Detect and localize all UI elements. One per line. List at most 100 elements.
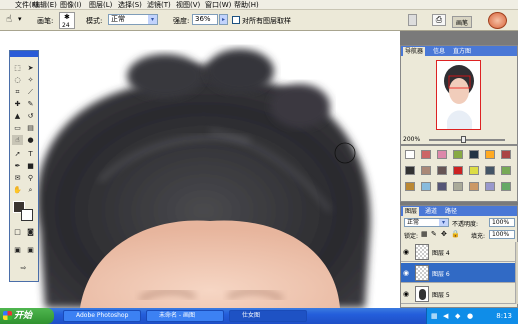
clone-stamp-icon[interactable]: ▲ (12, 111, 23, 121)
brush-tip-swatch[interactable] (421, 166, 431, 175)
menu-filter[interactable]: 滤镜(T) (147, 1, 171, 9)
magic-wand-icon[interactable]: ✧ (25, 75, 36, 85)
navigator-zoom-value[interactable]: 200% (403, 136, 420, 143)
chevron-down-icon[interactable]: ▾ (18, 15, 22, 23)
slice-tool-icon[interactable]: ⟋ (25, 87, 36, 97)
brush-tip-swatch[interactable] (469, 166, 479, 175)
gradient-tool-icon[interactable]: ▤ (25, 123, 36, 133)
start-button[interactable]: 开始 (0, 308, 54, 324)
brush-tip-swatch[interactable] (469, 150, 479, 159)
background-color-swatch[interactable] (21, 209, 33, 221)
lock-all-icon[interactable]: 🔒 (451, 230, 460, 238)
type-tool-icon[interactable]: T (25, 149, 36, 159)
layer-row-selected[interactable]: ◉ 图层 6 (401, 263, 515, 283)
screen-mode-standard-icon[interactable]: ▣ (12, 245, 23, 255)
path-select-icon[interactable]: ➚ (12, 149, 23, 159)
brush-tip-swatch[interactable] (453, 166, 463, 175)
blend-mode-select[interactable]: 正常 ▾ (404, 218, 449, 227)
toolbox-titlebar[interactable] (10, 51, 38, 57)
brushes-palette-tab[interactable]: 画笔 (452, 16, 473, 28)
volume-icon[interactable]: ◀ (443, 312, 448, 320)
brush-tip-swatch[interactable] (485, 150, 495, 159)
messenger-icon[interactable]: ● (467, 312, 473, 320)
eye-icon[interactable]: ◉ (403, 269, 409, 277)
menu-window[interactable]: 窗口(W) (205, 1, 231, 9)
brush-tip-swatch[interactable] (421, 150, 431, 159)
eye-icon[interactable]: ◉ (403, 290, 409, 298)
security-icon[interactable]: ◆ (455, 312, 460, 320)
brush-tool-icon[interactable]: ✎ (25, 99, 36, 109)
print-icon[interactable]: ⎙ (432, 14, 446, 26)
marquee-tool-icon[interactable]: ⬚ (12, 63, 23, 73)
move-tool-icon[interactable]: ➤ (25, 63, 36, 73)
menu-layer[interactable]: 图层(L) (89, 1, 112, 9)
brush-tip-swatch[interactable] (437, 150, 447, 159)
network-icon[interactable]: ▦ (431, 312, 438, 320)
dodge-tool-icon[interactable]: ● (25, 135, 36, 145)
shape-tool-icon[interactable]: ■ (25, 161, 36, 171)
brush-tip-swatch[interactable] (485, 182, 495, 191)
zoom-slider-thumb[interactable] (461, 136, 466, 143)
taskbar-item-photoshop[interactable]: Adobe Photoshop (63, 310, 141, 322)
brush-tip-swatch[interactable] (501, 182, 511, 191)
crop-tool-icon[interactable]: ⌗ (12, 87, 23, 97)
navigator-thumbnail[interactable] (436, 60, 481, 130)
pen-tool-icon[interactable]: ✒ (12, 161, 23, 171)
lock-icon[interactable]: ▦ (421, 230, 428, 238)
brush-tip-swatch[interactable] (501, 150, 511, 159)
taskbar-item-paint[interactable]: 未命名 - 画图 (146, 310, 224, 322)
notes-tool-icon[interactable]: ✉ (12, 173, 23, 183)
navigator-titlebar[interactable]: 导航器 信息 直方图 (401, 46, 517, 56)
lock-image-icon[interactable]: ✎ (431, 230, 437, 238)
tab-info[interactable]: 信息 (431, 47, 447, 56)
hand-tool-icon[interactable]: ✋ (12, 185, 23, 195)
tab-paths[interactable]: 路径 (443, 207, 459, 216)
screen-mode-full-icon[interactable]: ▣ (25, 245, 36, 255)
fill-input[interactable]: 100% (489, 230, 515, 239)
brush-tip-swatch[interactable] (501, 166, 511, 175)
brush-tip-swatch[interactable] (453, 150, 463, 159)
history-brush-icon[interactable]: ↺ (25, 111, 36, 121)
brush-tip-swatch[interactable] (405, 182, 415, 191)
eyedropper-icon[interactable]: ⚲ (25, 173, 36, 183)
document-canvas[interactable] (0, 31, 400, 308)
imageready-icon[interactable] (488, 12, 507, 29)
standard-mode-icon[interactable]: □ (12, 227, 23, 237)
tab-layers[interactable]: 图层 (403, 207, 420, 216)
tab-histogram[interactable]: 直方图 (451, 47, 473, 56)
brush-preset-picker[interactable]: ✱ 24 (59, 12, 75, 29)
opacity-input[interactable]: 100% (489, 218, 515, 227)
brush-tip-swatch[interactable] (485, 166, 495, 175)
smudge-tool-icon[interactable]: ☝ (12, 135, 23, 145)
file-browser-icon[interactable] (408, 14, 417, 26)
healing-brush-icon[interactable]: ✚ (12, 99, 23, 109)
brush-tip-swatch[interactable] (405, 166, 415, 175)
tab-navigator[interactable]: 导航器 (403, 47, 426, 56)
layer-row[interactable]: ◉ 图层 5 (401, 284, 515, 304)
navigator-zoom-slider[interactable] (429, 139, 505, 141)
strength-input[interactable]: 36% (192, 14, 218, 25)
brush-tip-swatch[interactable] (421, 182, 431, 191)
smudge-tool-icon[interactable]: ☝ (6, 14, 12, 25)
layer-row[interactable]: ◉ 图层 4 (401, 242, 515, 262)
mode-select[interactable]: 正常 ▾ (108, 14, 158, 25)
brush-tip-swatch[interactable] (469, 182, 479, 191)
layers-titlebar[interactable]: 图层 通道 路径 (401, 206, 517, 216)
menu-view[interactable]: 视图(V) (176, 1, 200, 9)
zoom-tool-icon[interactable]: ⌕ (25, 185, 36, 195)
taskbar-item-folder[interactable]: 仕女图 (229, 310, 307, 322)
eye-icon[interactable]: ◉ (403, 248, 409, 256)
menu-help[interactable]: 帮助(H) (234, 1, 259, 9)
brush-tip-swatch[interactable] (453, 182, 463, 191)
tab-channels[interactable]: 通道 (423, 207, 439, 216)
eraser-tool-icon[interactable]: ▭ (12, 123, 23, 133)
menu-image[interactable]: 图像(I) (60, 1, 82, 9)
strength-slider-toggle[interactable]: ▸ (219, 14, 228, 25)
menu-select[interactable]: 选择(S) (118, 1, 142, 9)
menu-edit[interactable]: 编辑(E) (33, 1, 57, 9)
jump-to-imageready-icon[interactable]: ⇨ (18, 263, 29, 273)
brush-tip-swatch[interactable] (437, 166, 447, 175)
lock-position-icon[interactable]: ✥ (441, 230, 447, 238)
brush-tip-swatch[interactable] (405, 150, 415, 159)
brush-tip-swatch[interactable] (437, 182, 447, 191)
